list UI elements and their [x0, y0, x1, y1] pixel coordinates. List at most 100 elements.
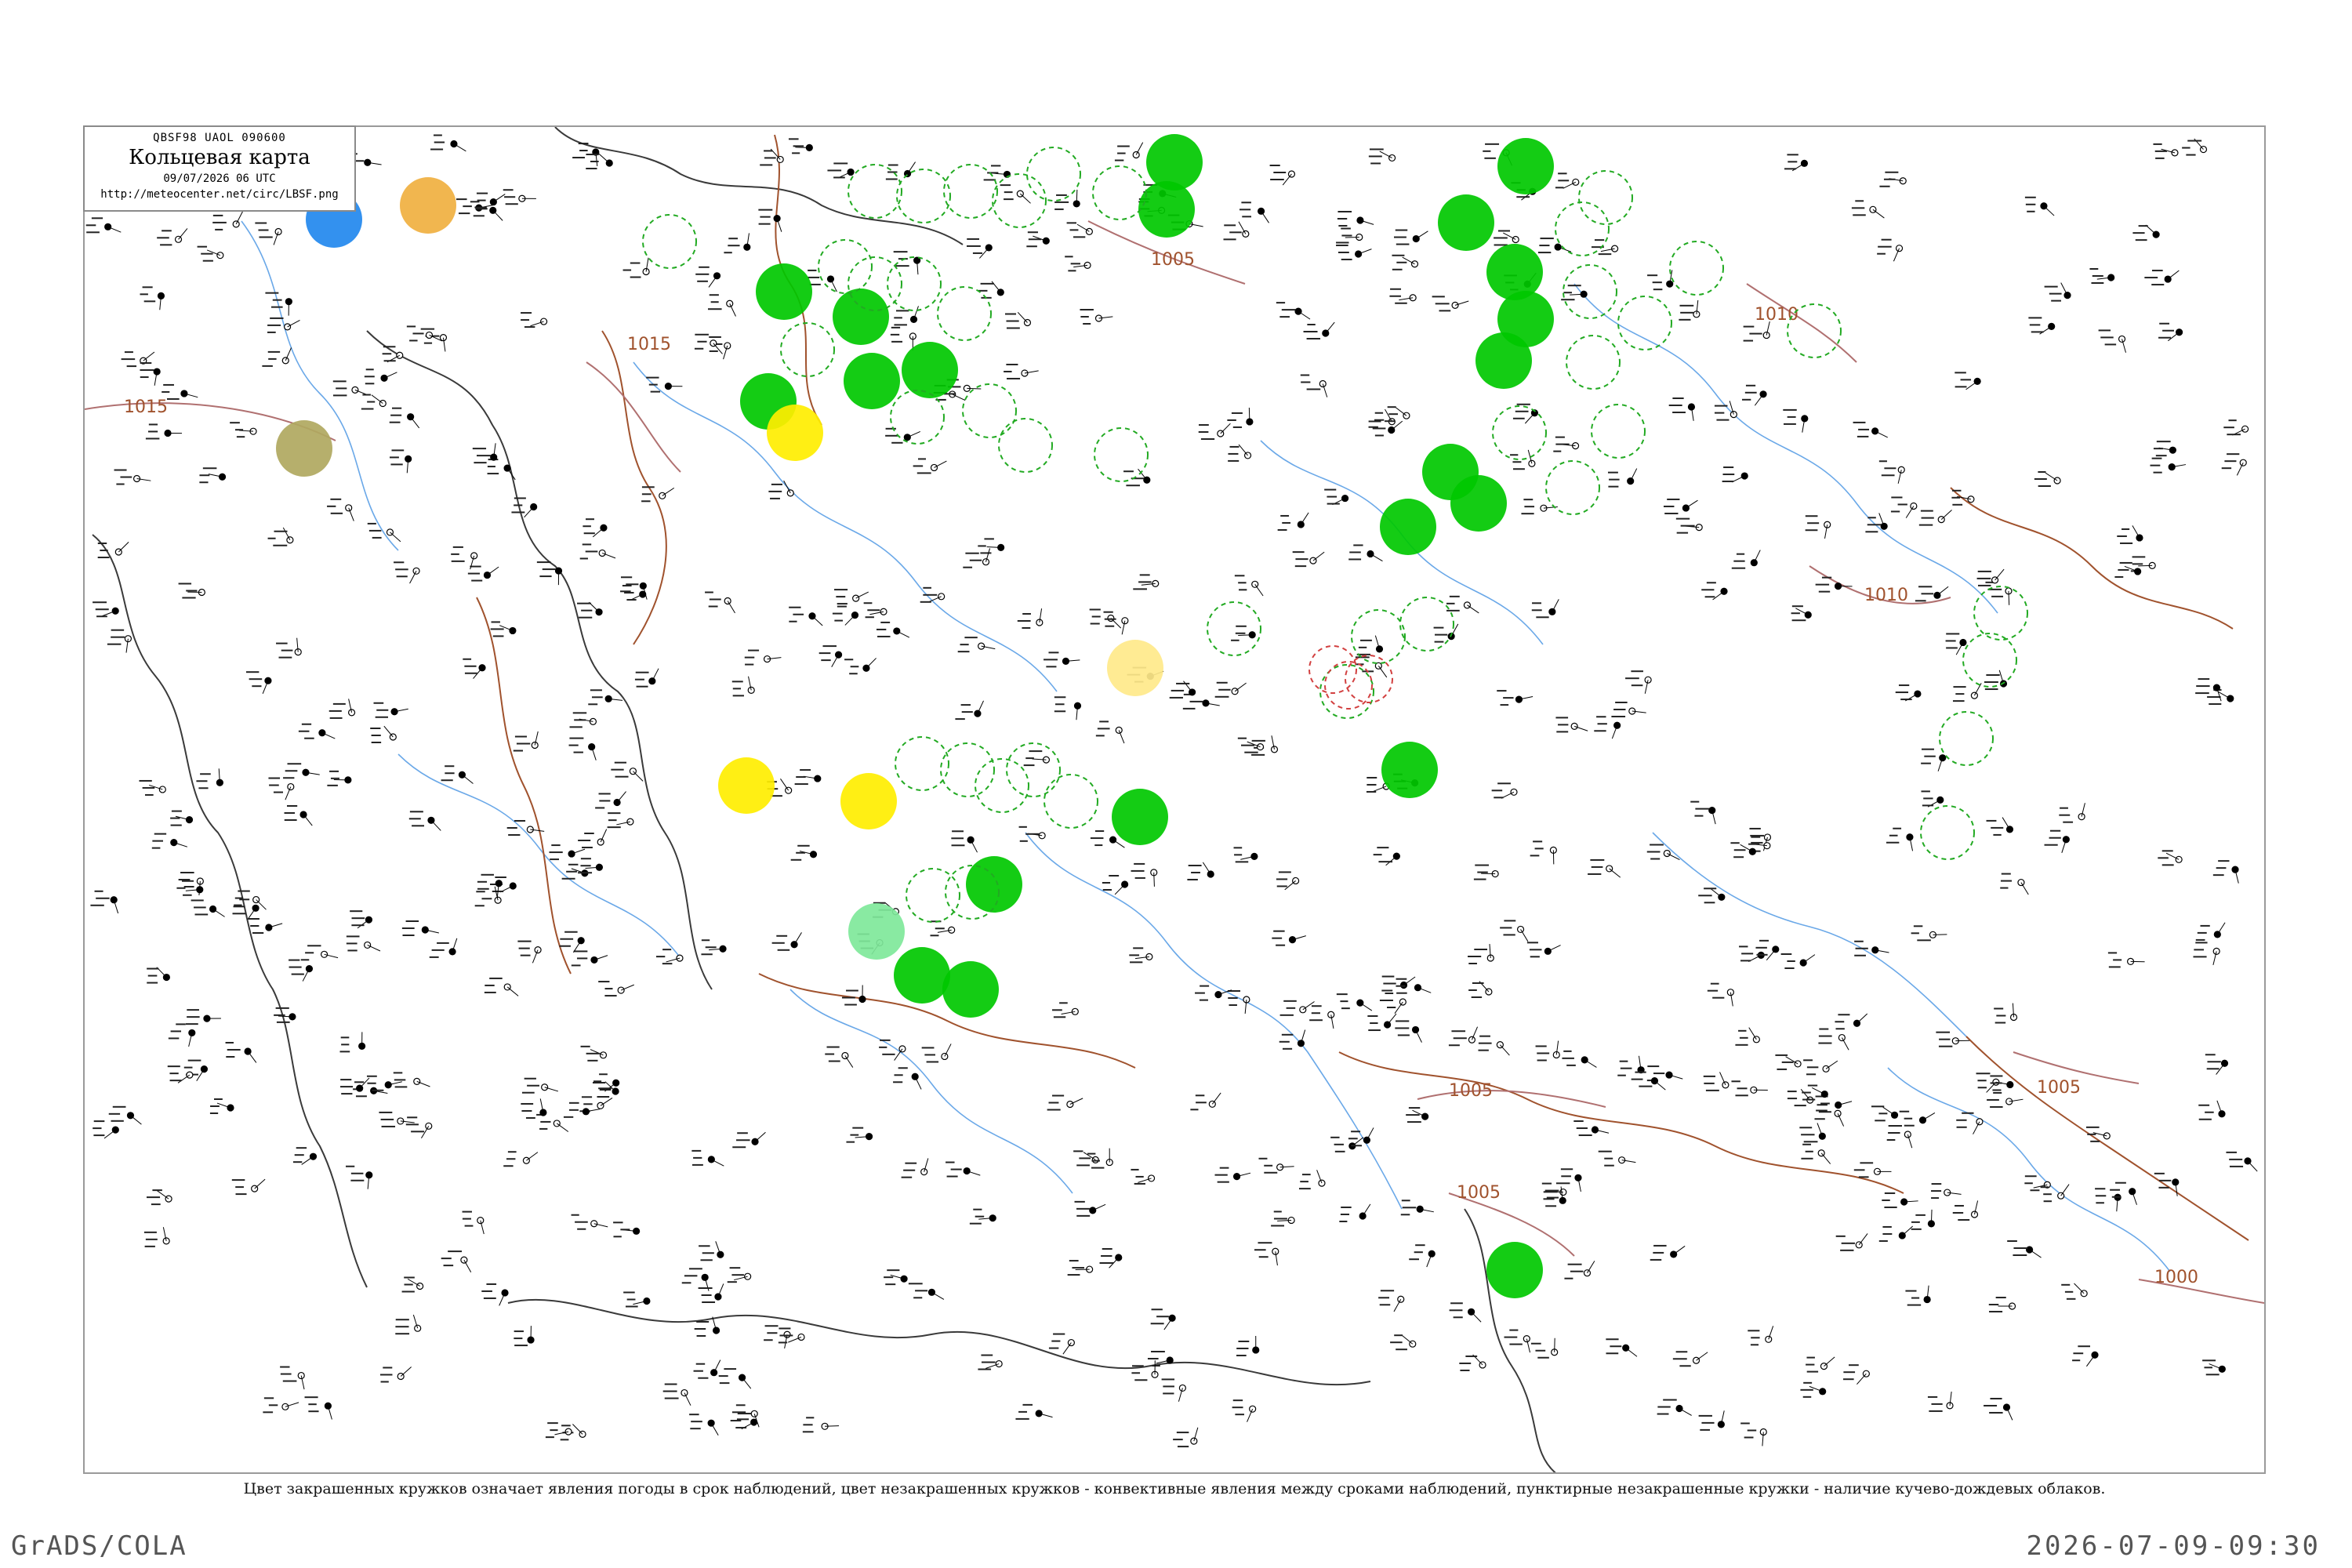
station-data-glyph: [1819, 1028, 1829, 1030]
river: [789, 989, 1073, 1194]
station-data-glyph: [1977, 1087, 1987, 1089]
wind-barb: [1202, 862, 1211, 875]
station-marker: [695, 266, 721, 288]
station-data-glyph: [718, 1375, 728, 1377]
station-data-glyph: [151, 847, 161, 849]
station-data-glyph: [536, 561, 551, 564]
station-data-glyph: [1736, 553, 1745, 555]
station-data-glyph: [272, 299, 282, 301]
station-marker: [2000, 873, 2029, 895]
station-data-glyph: [1744, 391, 1757, 394]
station-data-glyph: [1408, 1107, 1421, 1109]
station-data-glyph: [508, 833, 521, 836]
station-marker: [1336, 244, 1372, 260]
station-data-glyph: [779, 1334, 793, 1337]
station-data-glyph: [194, 906, 206, 909]
station-data-glyph: [409, 339, 418, 342]
station-data-glyph: [890, 333, 900, 336]
wind-barb: [1153, 872, 1155, 887]
station-data-glyph: [980, 282, 994, 285]
station-marker: [1395, 1020, 1422, 1043]
station-data-glyph: [1341, 227, 1351, 230]
station-data-glyph: [227, 1048, 241, 1051]
station-marker: [691, 1149, 724, 1167]
station-data-glyph: [891, 441, 903, 444]
station-data-glyph: [296, 1147, 307, 1149]
station-data-glyph: [1535, 1349, 1546, 1352]
station-data-glyph: [1714, 412, 1725, 414]
station-data-glyph: [340, 1079, 352, 1081]
station-data-glyph: [846, 989, 858, 992]
station-data-glyph: [1292, 551, 1305, 554]
station-data-glyph: [1200, 985, 1210, 987]
cloud-cover-symbol: [1341, 494, 1349, 503]
station-data-glyph: [1054, 710, 1066, 713]
station-data-glyph: [474, 206, 487, 209]
station-data-glyph: [230, 422, 240, 424]
station-data-glyph: [1751, 841, 1763, 844]
station-marker: [2130, 556, 2156, 572]
station-data-glyph: [178, 879, 191, 881]
station-data-glyph: [1006, 363, 1018, 365]
station-marker: [339, 1032, 366, 1053]
border: [1338, 1051, 1904, 1194]
station-data-glyph: [215, 228, 223, 230]
station-marker: [1406, 1107, 1429, 1123]
station-marker: [370, 725, 397, 743]
station-data-glyph: [1022, 1403, 1033, 1406]
station-data-glyph: [1277, 528, 1287, 531]
station-marker: [1233, 847, 1258, 863]
station-marker: [2024, 1175, 2051, 1192]
station-data-glyph: [463, 205, 472, 208]
station-data-glyph: [598, 1087, 612, 1090]
station-data-glyph: [395, 568, 408, 571]
station-data-glyph: [1755, 946, 1767, 949]
station-marker: [569, 712, 597, 728]
wind-barb: [1857, 1013, 1868, 1024]
station-data-glyph: [1818, 1111, 1831, 1113]
station-data-glyph: [1079, 1157, 1091, 1160]
station-data-glyph: [276, 642, 288, 644]
station-data-glyph: [863, 602, 873, 604]
station-data-glyph: [884, 1276, 894, 1279]
station-data-glyph: [1273, 171, 1287, 173]
station-data-glyph: [1191, 871, 1200, 873]
station-data-glyph: [802, 1431, 814, 1433]
station-marker: [1731, 550, 1761, 569]
station-data-glyph: [2090, 1140, 2100, 1142]
station-marker: [1994, 1003, 2018, 1024]
station-data-glyph: [1843, 1371, 1856, 1374]
station-marker: [1449, 1302, 1482, 1323]
station-data-glyph: [85, 224, 96, 227]
station-data-glyph: [1189, 700, 1203, 702]
station-marker: [832, 605, 859, 626]
station-data-glyph: [1509, 1329, 1519, 1331]
station-data-glyph: [1396, 1020, 1410, 1022]
station-marker: [1890, 496, 1918, 518]
station-data-glyph: [1802, 1396, 1812, 1398]
station-data-glyph: [1994, 1007, 2004, 1010]
station-data-glyph: [1294, 565, 1307, 568]
station-data-glyph: [516, 742, 531, 745]
wind-barb: [2060, 1184, 2070, 1196]
station-data-glyph: [1531, 609, 1542, 612]
station-data-glyph: [1494, 797, 1504, 799]
station-data-glyph: [470, 201, 480, 203]
station-marker: [1073, 1150, 1099, 1167]
station-marker: [698, 1283, 724, 1304]
station-data-glyph: [351, 917, 365, 920]
station-data-glyph: [1931, 1183, 1942, 1185]
wind-barb: [303, 814, 313, 826]
station-data-glyph: [412, 332, 424, 335]
station-marker: [2024, 196, 2055, 216]
station-marker: [1468, 981, 1493, 998]
station-data-glyph: [969, 1222, 982, 1225]
station-data-glyph: [263, 1397, 274, 1399]
map-url[interactable]: http://meteocenter.net/circ/LBSF.png: [85, 188, 354, 201]
station-data-glyph: [1228, 452, 1239, 455]
station-data-glyph: [225, 1041, 234, 1044]
station-marker: [481, 1283, 509, 1306]
station-data-glyph: [1690, 800, 1700, 803]
station-data-glyph: [1803, 1381, 1813, 1384]
station-data-glyph: [626, 599, 637, 601]
